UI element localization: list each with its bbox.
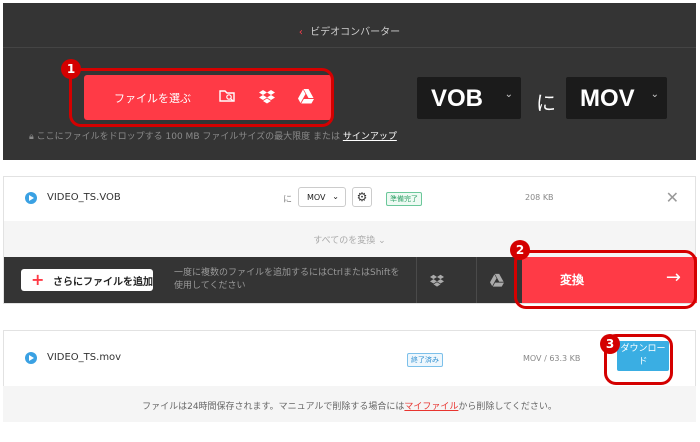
source-format-value: VOB	[431, 85, 484, 112]
breadcrumb[interactable]: ‹ ビデオコンバーター	[3, 23, 696, 38]
file-size: MOV / 63.3 KB	[523, 354, 581, 363]
file-name: VIDEO_TS.mov	[47, 352, 122, 363]
annotation-number-2: 2	[510, 240, 530, 260]
annotation-number-3: 3	[600, 334, 620, 354]
my-files-link[interactable]: マイファイル	[404, 402, 458, 412]
chevron-down-icon: ⌄	[378, 236, 386, 246]
file-size: 208 KB	[525, 193, 554, 202]
divider	[3, 47, 696, 48]
to-label: に	[283, 195, 293, 205]
dropbox-icon	[429, 274, 444, 287]
format-connector: に	[536, 91, 556, 115]
output-format-value: MOV	[307, 193, 326, 202]
breadcrumb-label: ビデオコンバーター	[310, 27, 401, 38]
dropbox-button[interactable]	[416, 257, 456, 303]
lock-icon: 🔒︎	[29, 132, 37, 142]
settings-gear-button[interactable]: ⚙	[352, 187, 372, 207]
status-badge: 準備完了	[386, 192, 422, 206]
notice-text: ファイルは24時間保存されます。マニュアルで削除する場合には	[142, 402, 405, 412]
drop-hint-text: ここにファイルをドロップする 100 MB ファイルサイズの最大限度 または	[36, 132, 340, 142]
target-format-select[interactable]: MOV ⌄	[566, 77, 667, 119]
add-hint: 一度に複数のファイルを追加するにはCtrlまたはShiftを使用してください	[174, 268, 400, 291]
close-icon[interactable]: ✕	[666, 188, 679, 207]
chevron-down-icon: ⌄	[504, 89, 513, 100]
google-drive-icon	[489, 273, 504, 287]
output-format-select[interactable]: MOV ⌄	[298, 187, 346, 207]
add-more-files-label: さらにファイルを追加	[53, 277, 153, 288]
video-file-icon	[25, 352, 37, 364]
drop-hint: 🔒︎ ここにファイルをドロップする 100 MB ファイルサイズの最大限度 また…	[29, 129, 397, 142]
gear-icon: ⚙	[356, 190, 368, 204]
video-file-icon	[25, 192, 37, 204]
notice-text-after: から削除してください。	[458, 402, 557, 412]
file-name: VIDEO_TS.VOB	[47, 192, 121, 203]
file-row: VIDEO_TS.VOB に MOV ⌄ ⚙ 準備完了 208 KB ✕	[4, 177, 695, 219]
chevron-left-icon: ‹	[298, 27, 303, 38]
annotation-box-2	[514, 250, 697, 309]
chevron-down-icon: ⌄	[650, 89, 659, 100]
target-format-value: MOV	[580, 85, 635, 112]
status-badge: 終了済み	[407, 353, 443, 367]
signup-link[interactable]: サインアップ	[343, 132, 397, 142]
source-format-select[interactable]: VOB ⌄	[417, 77, 521, 119]
chevron-down-icon: ⌄	[332, 192, 339, 201]
google-drive-button[interactable]	[476, 257, 516, 303]
annotation-number-1: 1	[61, 59, 81, 79]
retention-notice: ファイルは24時間保存されます。マニュアルで削除する場合にはマイファイルから削除…	[3, 386, 696, 422]
add-more-files-button[interactable]: + さらにファイルを追加	[21, 269, 153, 291]
annotation-box-1	[69, 68, 334, 127]
plus-icon: +	[31, 270, 45, 289]
convert-all-label: すべてのを変換	[313, 236, 376, 246]
